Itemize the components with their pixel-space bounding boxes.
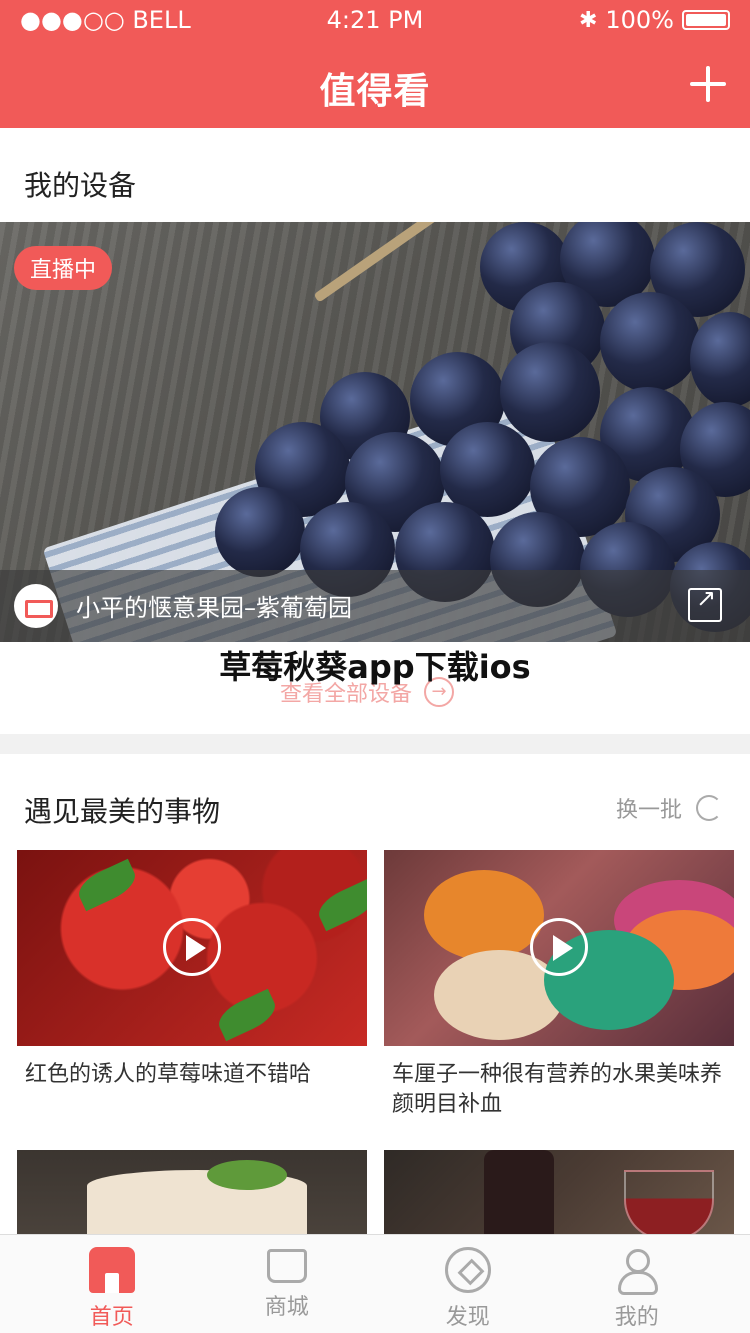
- camera-icon: [14, 584, 58, 628]
- banner-caption: 小平的惬意果园–紫葡萄园: [76, 594, 352, 622]
- battery-icon: [682, 10, 730, 30]
- page-title: 值得看: [319, 71, 431, 112]
- refresh-label: 换一批: [615, 798, 682, 823]
- tab-mall[interactable]: 商城: [193, 1235, 381, 1333]
- tab-label: 首页: [89, 1305, 134, 1330]
- discover-title: 遇见最美的事物: [24, 795, 221, 828]
- section-divider: [0, 734, 750, 754]
- refresh-button[interactable]: 换一批: [616, 792, 722, 824]
- refresh-icon: [696, 795, 722, 821]
- shop-icon: [88, 1247, 135, 1293]
- macaron-thumbnail: [384, 850, 734, 1046]
- bluetooth-icon: ✱: [578, 7, 598, 33]
- tab-discover[interactable]: 发现: [374, 1235, 562, 1333]
- compass-icon: [444, 1247, 491, 1293]
- my-devices-title: 我的设备: [24, 169, 137, 202]
- tab-bar: 首页 商城 发现 我的: [0, 1234, 750, 1333]
- status-right: ✱ 100%: [579, 6, 730, 34]
- tab-label: 商城: [264, 1295, 309, 1320]
- video-card[interactable]: [17, 1150, 367, 1234]
- cake-thumbnail: [17, 1150, 367, 1234]
- tab-home[interactable]: 首页: [18, 1235, 206, 1333]
- app-header: ●●●○○ BELL 4:21 PM ✱ 100% 值得看: [0, 0, 750, 128]
- play-icon[interactable]: [530, 918, 588, 976]
- overlay-title: 草莓秋葵app下载ios: [219, 648, 531, 686]
- card-title: 红色的诱人的草莓味道不错哈: [25, 1062, 312, 1087]
- video-card[interactable]: 红色的诱人的草莓味道不错哈: [17, 850, 367, 1090]
- card-title: 车厘子一种很有营养的水果美味养颜明目补血: [392, 1062, 723, 1117]
- tab-label: 我的: [614, 1305, 659, 1330]
- cart-icon: [266, 1249, 307, 1283]
- plus-icon[interactable]: [688, 64, 728, 104]
- person-icon: [614, 1247, 660, 1295]
- video-card[interactable]: [384, 1150, 734, 1234]
- share-icon[interactable]: [688, 584, 722, 622]
- play-icon[interactable]: [163, 918, 221, 976]
- video-card[interactable]: 车厘子一种很有营养的水果美味养颜明目补血: [384, 850, 734, 1120]
- battery-percent: 100%: [605, 6, 674, 34]
- live-badge: 直播中: [14, 246, 113, 290]
- wine-thumbnail: [384, 1150, 734, 1234]
- status-bar: ●●●○○ BELL 4:21 PM ✱ 100%: [0, 0, 750, 40]
- strawberry-thumbnail: [17, 850, 367, 1046]
- banner-caption-bar: 小平的惬意果园–紫葡萄园: [0, 570, 750, 642]
- tab-label: 发现: [445, 1305, 490, 1330]
- live-device-banner[interactable]: 直播中 小平的惬意果园–紫葡萄园: [0, 222, 750, 642]
- tab-me[interactable]: 我的: [543, 1235, 731, 1333]
